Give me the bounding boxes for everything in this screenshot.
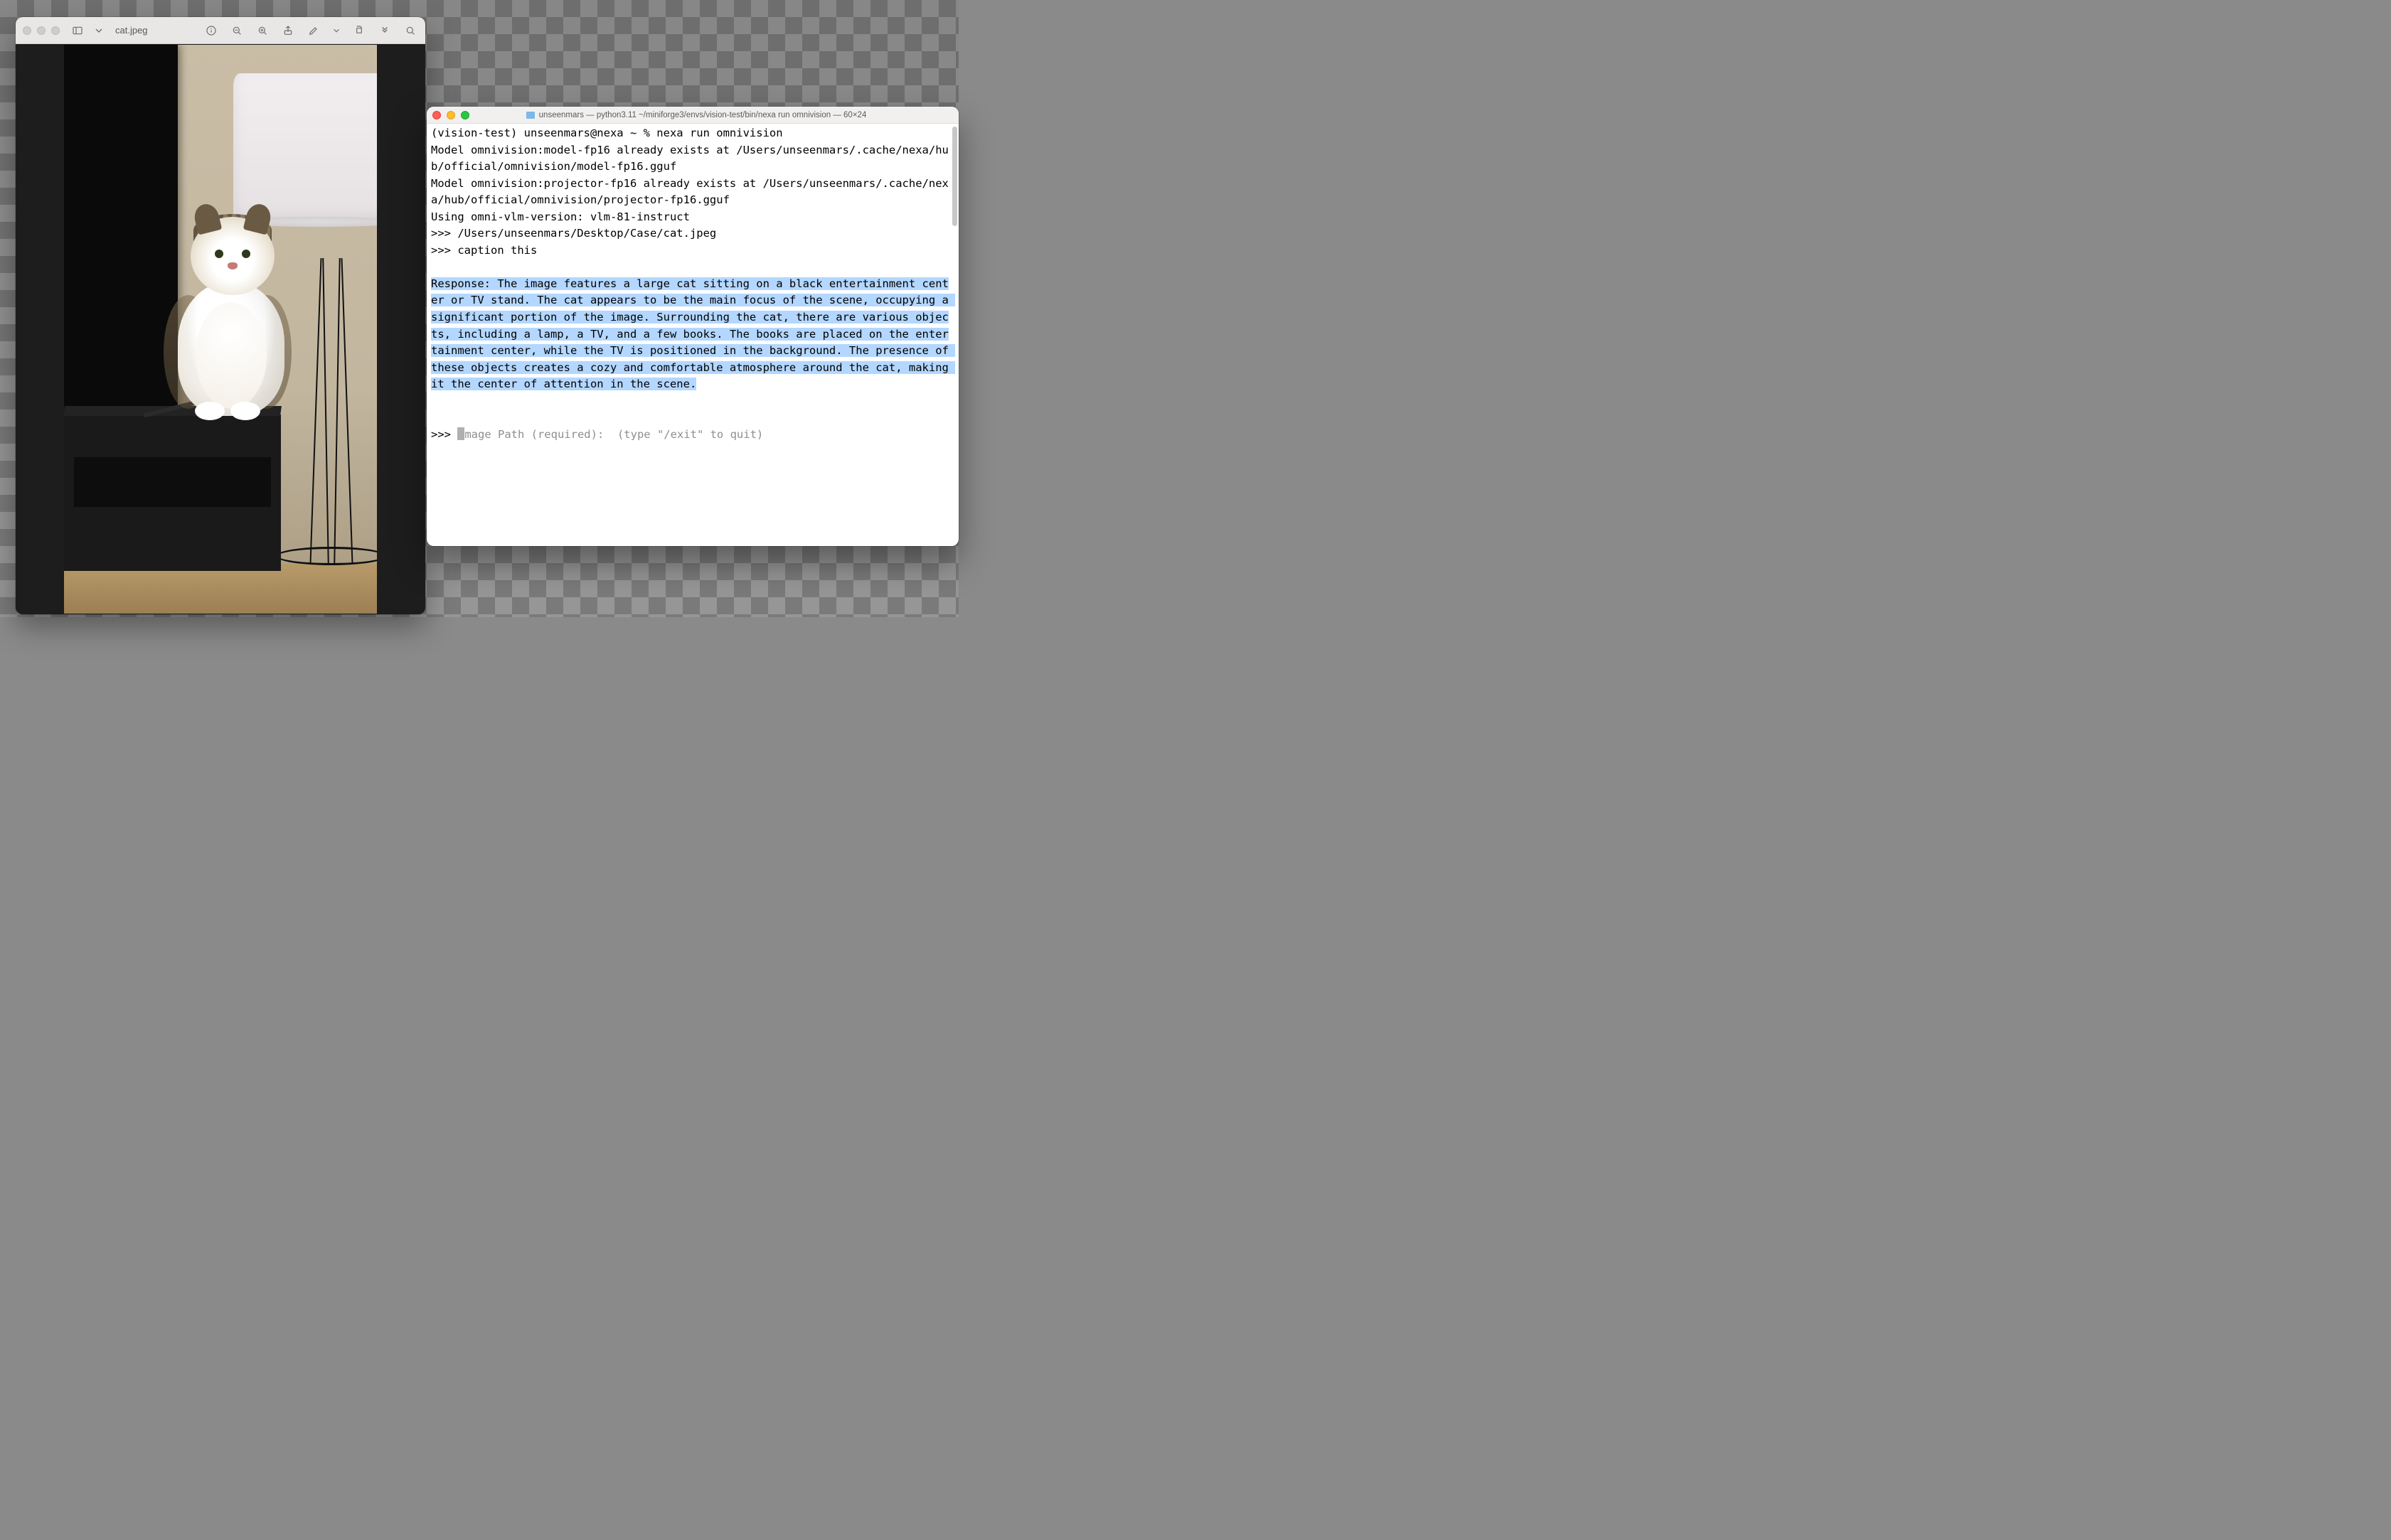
markup-icon[interactable] — [306, 23, 321, 38]
zoom-button[interactable] — [461, 111, 469, 119]
term-line: Model omnivision:model-fp16 already exis… — [431, 144, 949, 173]
term-line: (vision-test) unseenmars@nexa ~ % nexa r… — [431, 127, 783, 139]
window-traffic-lights — [23, 26, 60, 35]
term-next-prompt-hint: mage Path (required): (type "/exit" to q… — [464, 428, 763, 441]
minimize-button[interactable] — [37, 26, 46, 35]
terminal-cursor — [457, 427, 464, 440]
minimize-button[interactable] — [447, 111, 455, 119]
preview-window: cat.jpeg — [16, 17, 425, 614]
term-prompt-prefix: >>> — [431, 244, 457, 257]
window-traffic-lights — [432, 111, 469, 119]
preview-titlebar[interactable]: cat.jpeg — [16, 17, 425, 44]
preview-image-area[interactable] — [16, 44, 425, 614]
term-prompt-prefix: >>> — [431, 428, 457, 441]
info-icon[interactable] — [203, 23, 219, 38]
close-button[interactable] — [23, 26, 31, 35]
terminal-title-text: unseenmars — python3.11 ~/miniforge3/env… — [539, 111, 867, 119]
preview-filename: cat.jpeg — [114, 25, 148, 36]
terminal-output[interactable]: (vision-test) unseenmars@nexa ~ % nexa r… — [427, 124, 959, 546]
search-icon[interactable] — [403, 23, 418, 38]
sidebar-toggle-icon[interactable] — [70, 23, 85, 38]
term-input-path: /Users/unseenmars/Desktop/Case/cat.jpeg — [457, 227, 716, 240]
term-line: Using omni-vlm-version: vlm-81-instruct — [431, 210, 690, 223]
terminal-window: unseenmars — python3.11 ~/miniforge3/env… — [427, 107, 959, 546]
zoom-in-icon[interactable] — [255, 23, 270, 38]
term-line: Model omnivision:projector-fp16 already … — [431, 177, 949, 207]
zoom-button[interactable] — [51, 26, 60, 35]
term-prompt-prefix: >>> — [431, 227, 457, 240]
rotate-icon[interactable] — [351, 23, 367, 38]
chevron-down-icon[interactable] — [331, 23, 341, 38]
chevron-down-icon[interactable] — [91, 23, 107, 38]
term-input-command: caption this — [457, 244, 537, 257]
share-icon[interactable] — [280, 23, 296, 38]
zoom-out-icon[interactable] — [229, 23, 245, 38]
term-response-highlight: Response: The image features a large cat… — [431, 277, 955, 390]
more-icon[interactable] — [377, 23, 393, 38]
terminal-scrollbar[interactable] — [952, 127, 957, 226]
close-button[interactable] — [432, 111, 441, 119]
preview-image — [64, 45, 377, 614]
terminal-titlebar[interactable]: unseenmars — python3.11 ~/miniforge3/env… — [427, 107, 959, 124]
folder-icon — [526, 112, 535, 119]
terminal-title: unseenmars — python3.11 ~/miniforge3/env… — [479, 111, 913, 119]
